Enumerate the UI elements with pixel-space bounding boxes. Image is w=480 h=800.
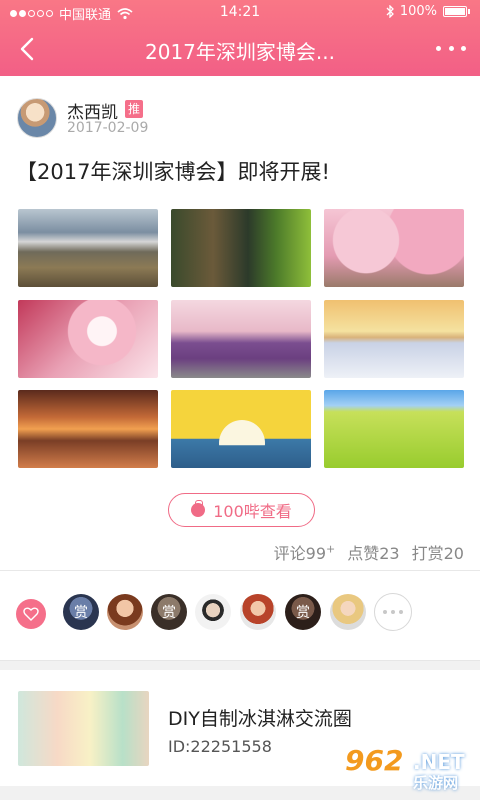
liker-avatar[interactable]: 赏 bbox=[63, 594, 99, 630]
watermark-logo: 962 .NET 乐游网 bbox=[345, 744, 473, 794]
battery-icon bbox=[443, 6, 467, 17]
liker-avatar[interactable] bbox=[240, 594, 276, 630]
watermark-cn: 乐游网 bbox=[413, 774, 459, 792]
photo-snow[interactable] bbox=[324, 300, 464, 378]
status-bar: 中国联通 14:21 100% bbox=[0, 0, 480, 24]
watermark-number: 962 bbox=[345, 744, 404, 777]
author-avatar[interactable] bbox=[17, 98, 57, 138]
watermark-net: .NET bbox=[413, 750, 465, 774]
photo-field[interactable] bbox=[324, 390, 464, 468]
battery-cap bbox=[468, 9, 470, 14]
chevron-left-icon bbox=[20, 37, 34, 61]
more-dot-icon bbox=[448, 45, 454, 51]
post-stats: 评论99+ 点赞23 打赏20 bbox=[274, 540, 464, 564]
liker-avatar[interactable] bbox=[107, 594, 143, 630]
bluetooth-icon bbox=[386, 5, 394, 18]
post-author: 杰西凯 推 2017-02-09 bbox=[17, 98, 463, 142]
page-title: 2017年深圳家博会... bbox=[145, 39, 335, 64]
post-title: 【2017年深圳家博会】即将开展! bbox=[16, 160, 330, 184]
like-button[interactable] bbox=[16, 599, 46, 629]
nav-bar: 2017年深圳家博会... bbox=[0, 24, 480, 76]
liker-avatar[interactable] bbox=[330, 594, 366, 630]
photo-lake[interactable] bbox=[18, 390, 158, 468]
photo-street[interactable] bbox=[171, 209, 311, 287]
status-right: 100% bbox=[386, 4, 470, 19]
view-button-label: 100哔查看 bbox=[213, 502, 292, 521]
photo-tree[interactable] bbox=[18, 300, 158, 378]
heart-icon bbox=[23, 607, 39, 621]
group-name: DIY自制冰淇淋交流圈 bbox=[168, 708, 352, 730]
bag-icon bbox=[191, 500, 206, 517]
liker-avatar[interactable]: 赏 bbox=[285, 594, 321, 630]
more-dot-icon bbox=[399, 610, 403, 614]
more-button[interactable] bbox=[436, 38, 466, 58]
view-button[interactable]: 100哔查看 bbox=[168, 493, 315, 527]
section-gap bbox=[0, 660, 480, 670]
likes-count[interactable]: 点赞23 bbox=[347, 540, 399, 564]
recommend-badge: 推 bbox=[125, 100, 143, 118]
more-dot-icon bbox=[461, 45, 466, 51]
more-dot-icon bbox=[436, 45, 441, 51]
liker-avatar[interactable] bbox=[195, 594, 231, 630]
photo-mountain[interactable] bbox=[18, 209, 158, 287]
more-likers-button[interactable] bbox=[374, 593, 412, 631]
back-button[interactable] bbox=[14, 34, 44, 64]
image-grid bbox=[18, 209, 464, 469]
more-dot-icon bbox=[391, 610, 395, 614]
comments-count[interactable]: 评论99+ bbox=[274, 540, 336, 564]
photo-sun[interactable] bbox=[171, 390, 311, 468]
rewards-count[interactable]: 打赏20 bbox=[412, 540, 464, 564]
divider bbox=[0, 570, 480, 571]
group-id: ID:22251558 bbox=[168, 737, 272, 756]
post-date: 2017-02-09 bbox=[67, 120, 149, 136]
battery-percent: 100% bbox=[399, 4, 437, 19]
header-bar: 中国联通 14:21 100% 2017年深圳家博会... bbox=[0, 0, 480, 76]
photo-train[interactable] bbox=[171, 300, 311, 378]
liker-avatar[interactable]: 赏 bbox=[151, 594, 187, 630]
more-dot-icon bbox=[383, 610, 387, 614]
photo-blossom[interactable] bbox=[324, 209, 464, 287]
group-thumbnail bbox=[18, 691, 149, 766]
likers-row: 赏 赏 赏 bbox=[0, 593, 480, 634]
